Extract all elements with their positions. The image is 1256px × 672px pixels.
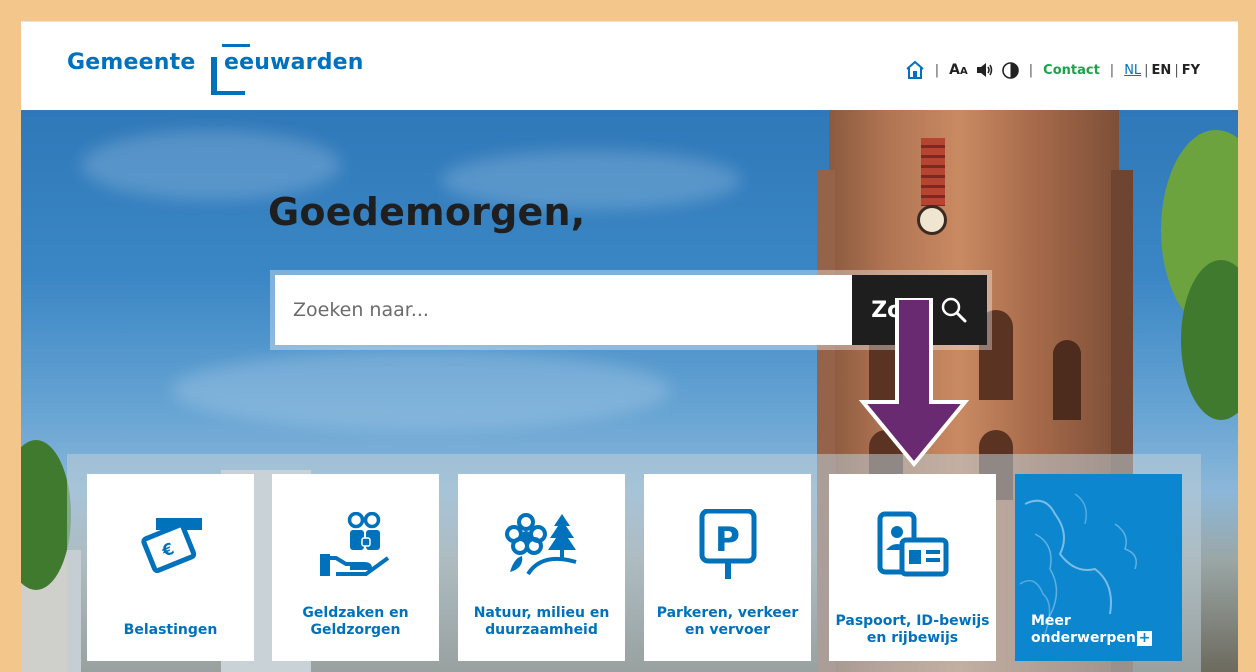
greeting-heading: Goedemorgen,	[268, 190, 586, 234]
tax-card-icon: €	[136, 504, 206, 586]
divider: |	[934, 62, 940, 78]
language-fy-link[interactable]: FY	[1182, 63, 1200, 78]
topic-tile-meer-onderwerpen[interactable]: Meer onderwerpen +	[1015, 474, 1182, 661]
topic-tile-label: Natuur, milieu en duurzaamheid	[473, 605, 610, 638]
logo-text-gemeente: Gemeente	[67, 50, 196, 75]
text-size-button[interactable]: AA	[949, 62, 968, 78]
browser-viewport: Gemeente eeuwarden | AA | Contact | NL |…	[21, 21, 1238, 672]
svg-text:P: P	[715, 520, 740, 560]
id-card-icon	[876, 504, 950, 586]
topic-tile-label: Paspoort, ID-bewijs en rijbewijs	[835, 613, 990, 646]
contact-link[interactable]: Contact	[1043, 63, 1100, 78]
logo-text-leeuwarden: eeuwarden	[224, 50, 364, 75]
topic-tile-belastingen[interactable]: € Belastingen	[87, 474, 254, 661]
divider: |	[1028, 62, 1034, 78]
home-icon[interactable]	[905, 60, 925, 80]
topic-tile-paspoort[interactable]: Paspoort, ID-bewijs en rijbewijs	[829, 474, 996, 661]
language-en-link[interactable]: EN	[1152, 63, 1172, 78]
topic-tile-label: Geldzaken en Geldzorgen	[302, 605, 409, 638]
divider: |	[1144, 62, 1149, 78]
annotation-arrow-icon	[859, 298, 969, 468]
language-nl-link[interactable]: NL	[1124, 63, 1141, 78]
site-logo[interactable]: Gemeente eeuwarden	[67, 44, 377, 95]
topic-tile-parkeren[interactable]: P Parkeren, verkeer en vervoer	[644, 474, 811, 661]
money-care-icon	[316, 504, 396, 586]
hero-banner: Goedemorgen, Zoek € Belastingen	[21, 110, 1238, 672]
site-header: Gemeente eeuwarden | AA | Contact | NL |…	[21, 21, 1238, 110]
contrast-icon[interactable]	[1001, 61, 1019, 79]
map-illustration-icon	[1019, 493, 1137, 635]
nature-icon	[502, 504, 582, 586]
topic-tile-label: Belastingen	[123, 622, 218, 638]
topic-tile-label: Parkeren, verkeer en vervoer	[656, 605, 799, 638]
clock-icon	[917, 205, 947, 235]
topic-tile-geldzaken[interactable]: Geldzaken en Geldzorgen	[272, 474, 439, 661]
utility-nav: | AA | Contact | NL | EN | FY	[905, 60, 1200, 80]
cloud-decoration	[171, 350, 671, 430]
divider: |	[1109, 62, 1115, 78]
search-input[interactable]	[275, 275, 852, 345]
divider: |	[1174, 62, 1179, 78]
topic-tile-natuur[interactable]: Natuur, milieu en duurzaamheid	[458, 474, 625, 661]
parking-icon: P	[698, 504, 758, 586]
speaker-icon[interactable]	[976, 62, 994, 78]
